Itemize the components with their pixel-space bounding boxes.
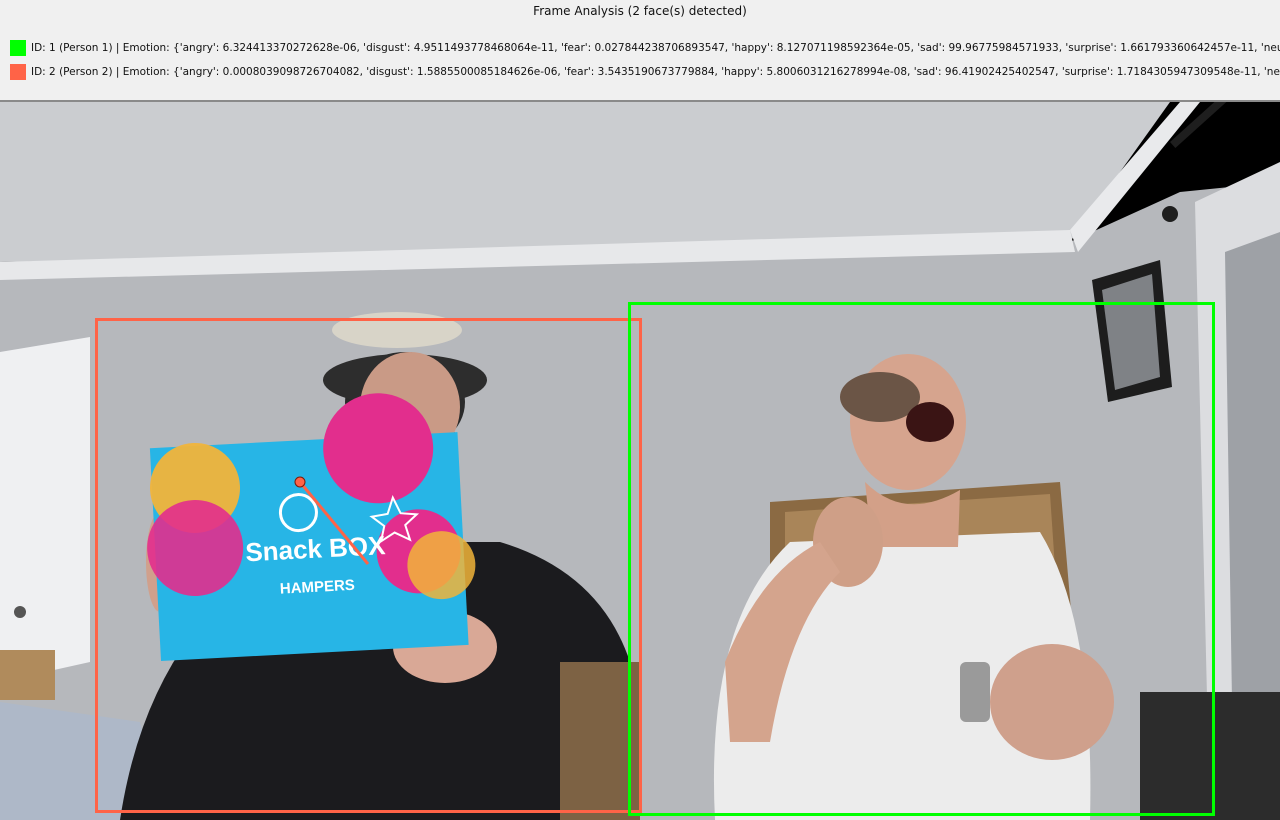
person-1-color-swatch (10, 40, 26, 56)
person-2-color-swatch (10, 64, 26, 80)
frame-title: Frame Analysis (2 face(s) detected) (533, 4, 747, 18)
person-1-face-box (628, 302, 1215, 816)
person-2-face-box (95, 318, 642, 813)
person-1-row: ID: 1 (Person 1) | Emotion: {'angry': 6.… (10, 39, 1280, 57)
person-2-emotion-text: ID: 2 (Person 2) | Emotion: {'angry': 0.… (31, 66, 1280, 78)
person-2-row: ID: 2 (Person 2) | Emotion: {'angry': 0.… (10, 63, 1280, 81)
video-frame: Snack BOX HAMPERS (0, 102, 1280, 820)
person-1-emotion-text: ID: 1 (Person 1) | Emotion: {'angry': 6.… (31, 42, 1280, 54)
analysis-header: Frame Analysis (2 face(s) detected) ID: … (0, 0, 1280, 102)
